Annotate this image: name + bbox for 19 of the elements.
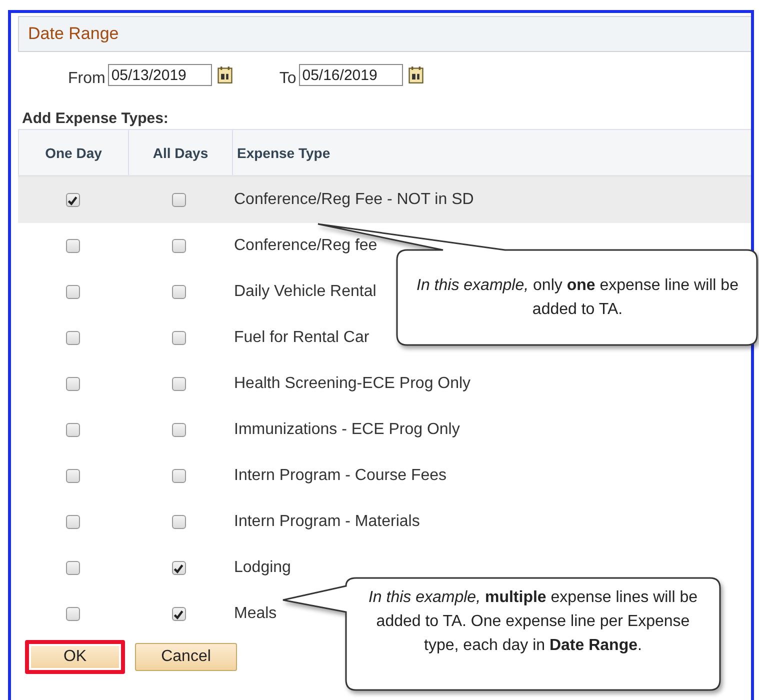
from-label: From	[68, 70, 106, 88]
section-label: Add Expense Types:	[22, 110, 170, 127]
expense-type-text: Fuel for Rental Car	[234, 329, 370, 347]
expense-type-text: Intern Program - Materials	[234, 513, 420, 531]
column-header: One Day	[19, 130, 129, 175]
to-label: To	[279, 70, 296, 88]
expense-type-text: Lodging	[234, 559, 291, 577]
expense-type-text: Health Screening-ECE Prog Only	[234, 375, 471, 393]
column-header: Expense Type	[236, 144, 332, 163]
expense-type-text: Intern Program - Course Fees	[234, 467, 447, 485]
expense-type-text: Immunizations - ECE Prog Only	[234, 421, 460, 439]
expense-type-text: Daily Vehicle Rental	[234, 283, 376, 301]
expense-type-text: Meals	[234, 605, 277, 623]
column-header: All Days	[129, 130, 233, 175]
panel-title: Date Range	[28, 24, 119, 44]
expense-type-text: Conference/Reg Fee - NOT in SD	[234, 191, 474, 209]
expense-type-text: Conference/Reg fee	[234, 237, 378, 255]
callout-text: In this example, only one expense line will be added to TA.	[416, 276, 740, 320]
callout-text: In this example, multiple expense lines will be added to TA. One expense line per Expense type, each day in Date Range.	[367, 588, 699, 656]
